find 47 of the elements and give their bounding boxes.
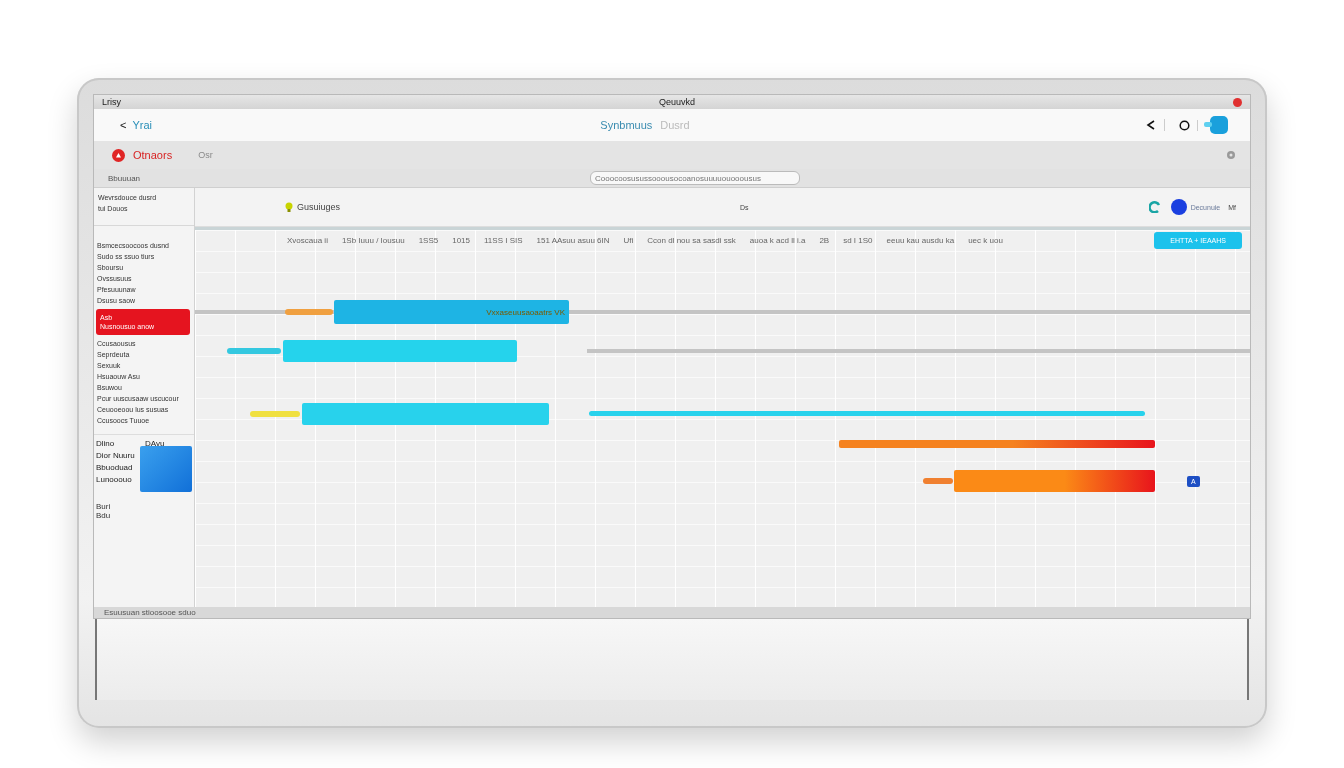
color-tile[interactable] [140, 446, 192, 492]
timeline-label: sd I 1S0 [843, 235, 873, 245]
task-connector [285, 309, 333, 315]
alert-icon[interactable] [112, 148, 125, 162]
timeline-label: 2B [819, 235, 830, 245]
timeline-label: 11SS I SIS [484, 235, 523, 245]
timeline-label: 1SS5 [418, 235, 439, 245]
back-button[interactable]: < [120, 119, 127, 131]
nav-title: Yrai [132, 119, 152, 131]
timeline-label: uec k uou [968, 235, 1003, 245]
page-subtitle: Dusrd [660, 119, 690, 131]
sidebar-footer-text: Bbuoduad [96, 463, 134, 472]
gear-icon[interactable] [1226, 150, 1236, 160]
search-field[interactable]: Cooocoosusussooousocoanosuuuuouooousus [590, 171, 800, 185]
sidebar-footer-text: Dior Nuuru [96, 451, 136, 460]
group-label: Gusuiuges [297, 202, 341, 212]
circle-icon[interactable] [1178, 119, 1190, 131]
timeline-label: Ccon dl nou sa sasdi ssk [647, 235, 736, 245]
task-connector [923, 478, 953, 484]
toolbar-hint: Osr [198, 150, 213, 160]
task-bar[interactable] [839, 440, 1155, 448]
section-label: Bbuuuan [108, 173, 141, 183]
sidebar-footer-text: Lunooouo [96, 475, 133, 484]
timeline-label: 1015 [452, 235, 470, 245]
refresh-icon[interactable] [1148, 201, 1161, 213]
window-subtitle: Qeuuvkd [659, 97, 696, 107]
toolbar-label: Otnaors [133, 149, 173, 161]
status-dot-icon [1170, 199, 1187, 215]
timeline-label: eeuu kau ausdu ka [886, 235, 955, 245]
sidebar-note: Buri [96, 502, 112, 511]
timeline-label: Ufi [623, 235, 634, 245]
timeline-label: 1Sb Iuuu / Iousuu [341, 235, 405, 245]
task-connector [250, 411, 300, 417]
status-bar: Esuusuan stioosooe sduo [94, 607, 1250, 618]
page-title: Synbmuus [600, 119, 653, 131]
sidebar-footer-text: Dlino [96, 439, 116, 448]
task-connector [227, 348, 281, 354]
task-bar[interactable] [954, 470, 1155, 492]
timeline-label: auoa k acd ll i.a [749, 235, 806, 245]
close-button[interactable] [1233, 97, 1242, 107]
lightbulb-icon [285, 202, 293, 212]
sidebar-note: Bdu [96, 511, 112, 520]
timeline-label: 151 AAsuu asuu 6IN [536, 235, 610, 245]
app-logo-icon[interactable] [1204, 115, 1230, 135]
tile-label: DAvu [145, 439, 166, 448]
timeline-label: Xvoscaua ii [287, 235, 328, 245]
window-title: Lrisy [102, 97, 121, 107]
